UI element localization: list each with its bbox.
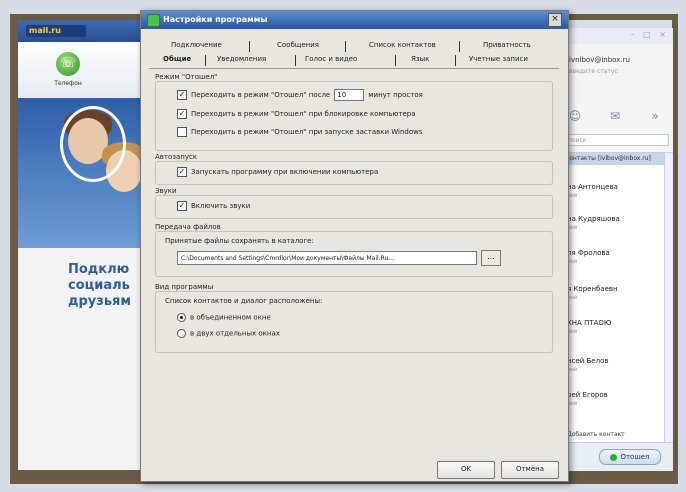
contact-item[interactable]: нсей Белов [567,357,609,365]
autostart-checkbox[interactable]: ✓ [177,167,187,177]
view-combined-row: в объединенном окне [177,313,271,322]
away-on-lock-label: Переходить в режим "Отошел" при блокиров… [191,110,416,118]
phone-label: Телефон [54,80,82,87]
window-controls[interactable]: – □ × [631,30,669,39]
sound-checkbox[interactable]: ✓ [177,201,187,211]
view-group-label: Вид программы [155,283,214,291]
contact-item[interactable]: на Антонцева [567,183,618,191]
idle-minutes-input[interactable]: 10 [334,89,365,101]
status-input[interactable]: введите статус [569,68,667,76]
contact-item[interactable]: рей Егоров [567,391,608,399]
contact-item[interactable]: ля Фролова [567,249,610,257]
idle-minutes-suffix: минут простоя [368,91,423,99]
promo-line: Подклю [68,262,130,277]
agent-promo-text: Подклю социаль друзьям [68,262,148,310]
contact-item[interactable]: ХНА ПТАОЮ [567,319,611,327]
settings-dialog: Настройки программы × Подключение Сообще… [140,10,569,482]
files-caption: Принятые файлы сохранять в каталоге: [165,237,314,245]
promo-line: социаль [68,278,130,293]
agent-toolbar: ☏ Телефон [18,42,146,99]
tab-language[interactable]: Язык [411,55,429,63]
sound-row: ✓ Включить звуки [177,201,250,211]
files-group-label: Передача файлов [155,223,221,231]
away-on-lock-row: ✓ Переходить в режим "Отошел" при блокиро… [177,109,416,119]
agent-titlebar: mail.ru [18,20,146,42]
tab-general[interactable]: Общие [163,55,191,63]
tab-separator [455,55,456,66]
status-dot-icon [610,453,618,461]
contacts-search-input[interactable]: поиск [565,134,669,146]
add-contact-link[interactable]: Добавить контакт [567,431,625,438]
away-after-idle-label: Переходить в режим "Отошел" после [191,91,331,99]
status-button[interactable]: Отошел [599,449,661,465]
dialog-titlebar: Настройки программы × [141,11,568,29]
view-combined-radio[interactable] [177,313,186,322]
browse-folder-button[interactable]: ... [481,250,501,266]
sound-group-label: Звуки [155,187,177,195]
promo-line: друзьям [68,294,132,309]
contact-group-header[interactable]: Контакты [ivlbov@inbox.ru] [563,153,667,165]
agent-banner-image [18,98,146,248]
phone-icon[interactable]: ☏ [56,52,80,76]
view-separate-radio[interactable] [177,329,186,338]
user-email: ivnlbov@inbox.ru [569,56,630,64]
view-caption: Список контактов и диалог расположены: [165,297,323,305]
view-combined-label: в объединенном окне [190,313,271,322]
tab-separator [395,55,396,66]
contact-item[interactable]: я Коренбаевн [567,285,618,293]
tab-voice-video[interactable]: Голос и видео [305,55,357,63]
status-button-label: Отошел [620,453,650,461]
tab-separator [205,55,206,66]
away-on-lock-checkbox[interactable]: ✓ [177,109,187,119]
tabs-row-bottom: Общие Уведомления Голос и видео Язык Уче… [149,55,559,67]
contacts-window: – □ × ivnlbov@inbox.ru введите статус ☺ … [560,28,673,471]
away-group-label: Режим "Отошел" [155,73,218,81]
tab-separator [249,41,250,52]
contacts-footer: Добавить контакт Отошел [561,431,673,471]
tab-privacy[interactable]: Приватность [483,41,531,49]
away-on-screensaver-label: Переходить в режим "Отошел" при запуске … [191,128,423,136]
tab-accounts[interactable]: Учетные записи [469,55,528,63]
download-folder-input[interactable]: C:\Documents and Settings\Cmrdlor\Мои до… [177,251,477,265]
away-after-idle-row: ✓ Переходить в режим "Отошел" после 10 мину… [177,89,423,101]
close-button[interactable]: × [548,13,562,27]
cancel-button[interactable]: Отмена [501,461,559,479]
tab-separator [345,41,346,52]
away-after-idle-checkbox[interactable]: ✓ [177,90,187,100]
tabs-divider [149,68,559,69]
tab-messages[interactable]: Сообщения [277,41,319,49]
banner-ring [60,106,126,182]
tab-contact-list[interactable]: Список контактов [369,41,436,49]
contacts-toolbar: ☺ ✉ » [565,106,669,128]
sound-label: Включить звуки [191,202,251,210]
tabs-row-top: Подключение Сообщения Список контактов П… [149,41,559,53]
tab-separator [295,55,296,66]
app-icon [147,14,160,27]
view-separate-label: в двух отдельных окнах [190,329,280,338]
tab-separator [459,41,460,52]
ok-button[interactable]: OK [437,461,495,479]
tab-notifications[interactable]: Уведомления [217,55,266,63]
tab-connection[interactable]: Подключение [171,41,222,49]
dialog-title: Настройки программы [163,15,268,24]
arrow-right-icon[interactable]: » [645,106,665,126]
autostart-row: ✓ Запускать программу при включении компь… [177,167,378,177]
view-separate-row: в двух отдельных окнах [177,329,280,338]
contacts-titlebar: – □ × [561,28,673,44]
autostart-label: Запускать программу при включении компью… [191,168,379,176]
photo-frame-left [10,14,18,484]
contact-item[interactable]: на Кудряшова [567,215,620,223]
contact-list: Контакты [ivlbov@inbox.ru] на Антонцева … [561,152,673,443]
autostart-group-label: Автозапуск [155,153,198,161]
mail-icon[interactable]: ✉ [605,106,625,126]
away-on-screensaver-row: Переходить в режим "Отошел" при запуске … [177,127,422,137]
contact-list-scrollbar[interactable] [664,153,673,443]
agent-window: mail.ru ☏ Телефон Подклю социаль друзьям [18,20,146,470]
away-on-screensaver-checkbox[interactable] [177,127,187,137]
agent-logo: mail.ru [26,25,86,37]
